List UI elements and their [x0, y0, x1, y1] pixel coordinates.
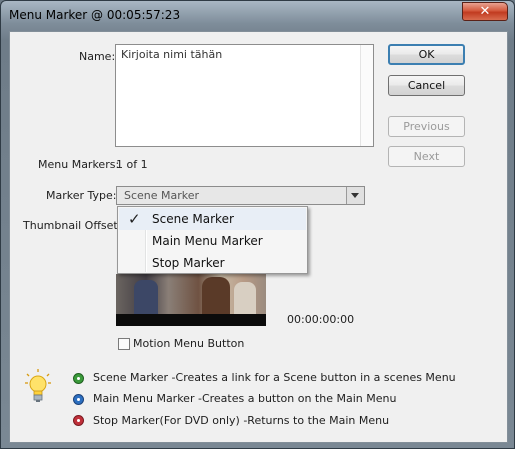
name-scrollbar[interactable]	[360, 45, 373, 146]
thumbnail-figure-center	[202, 277, 230, 314]
next-button[interactable]: Next	[388, 146, 465, 167]
check-icon: ✓	[128, 210, 141, 228]
menu-item-stop-marker[interactable]: Stop Marker	[119, 252, 306, 274]
blue-marker-icon	[73, 394, 84, 405]
menu-item-label: Main Menu Marker	[152, 234, 263, 248]
thumbnail-figure-left	[134, 280, 158, 314]
name-label: Name:	[79, 50, 116, 63]
motion-menu-checkbox[interactable]	[118, 338, 130, 350]
marker-type-label: Marker Type:	[46, 189, 117, 202]
marker-type-menu: ✓ Scene Marker Main Menu Marker Stop Mar…	[117, 206, 308, 274]
thumbnail-preview	[116, 274, 266, 326]
name-value: Kirjoita nimi tähän	[121, 48, 223, 61]
menu-item-scene-marker[interactable]: ✓ Scene Marker	[119, 208, 306, 230]
menu-item-label: Stop Marker	[152, 256, 225, 270]
thumbnail-figure-right	[234, 282, 256, 314]
legend-stop-marker: Stop Marker(For DVD only) -Returns to th…	[93, 414, 390, 427]
menu-item-label: Scene Marker	[152, 212, 234, 226]
thumbnail-bottom-bar	[116, 314, 266, 326]
close-icon: ✕	[479, 4, 491, 19]
menu-item-main-menu-marker[interactable]: Main Menu Marker	[119, 230, 306, 252]
close-button[interactable]: ✕	[462, 2, 508, 21]
thumbnail-offset-label: Thumbnail Offset:	[23, 219, 122, 232]
marker-type-dropdown[interactable]: Scene Marker	[116, 186, 365, 205]
previous-button[interactable]: Previous	[388, 116, 465, 137]
chevron-down-icon[interactable]	[346, 187, 364, 204]
motion-menu-label: Motion Menu Button	[133, 337, 245, 350]
red-marker-icon	[73, 415, 84, 426]
name-textarea[interactable]: Kirjoita nimi tähän	[115, 44, 374, 147]
green-marker-icon	[73, 373, 84, 384]
menu-markers-count: 1 of 1	[116, 158, 148, 171]
marker-type-selected: Scene Marker	[124, 189, 200, 202]
lightbulb-icon	[25, 369, 51, 402]
cancel-button[interactable]: Cancel	[388, 75, 465, 96]
window-title: Menu Marker @ 00:05:57:23	[9, 8, 181, 22]
timecode: 00:00:00:00	[287, 313, 355, 326]
menu-markers-label: Menu Markers:	[38, 158, 120, 171]
legend-scene-marker: Scene Marker -Creates a link for a Scene…	[93, 371, 456, 384]
legend-main-menu-marker: Main Menu Marker -Creates a button on th…	[93, 392, 397, 405]
ok-button[interactable]: OK	[388, 44, 465, 65]
